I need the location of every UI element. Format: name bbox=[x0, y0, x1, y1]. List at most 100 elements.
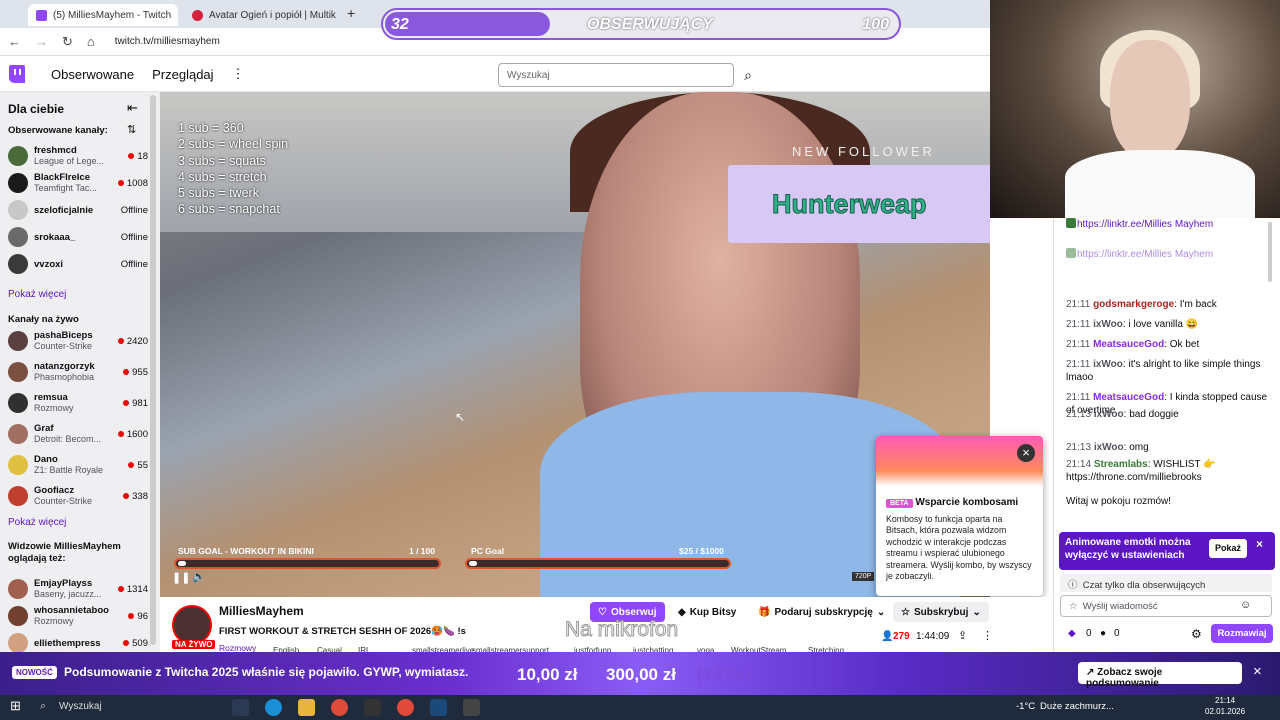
channel-name[interactable]: MilliesMayhem bbox=[219, 604, 304, 618]
task-view-icon[interactable] bbox=[232, 699, 249, 716]
viewer-count: 955 bbox=[123, 367, 148, 378]
sidebar-scrollbar[interactable] bbox=[150, 95, 156, 645]
search-icon[interactable]: ⌕ bbox=[736, 63, 760, 87]
obs-icon[interactable] bbox=[463, 699, 480, 716]
close-popup-icon[interactable]: × bbox=[1017, 444, 1035, 462]
view-recap-button[interactable]: ↗ Zobacz swoje podsumowanie bbox=[1078, 662, 1242, 689]
search-input[interactable]: Wyszukaj bbox=[498, 63, 734, 87]
subscribe-button[interactable]: ☆ Subskrybuj ⌄ bbox=[893, 602, 989, 622]
weather-text[interactable]: Duże zachmurz... bbox=[1040, 701, 1114, 712]
chat-text: i love vanilla 😀 bbox=[1128, 319, 1199, 330]
more-options-icon[interactable]: ⋮ bbox=[982, 629, 993, 642]
sidebar-channel[interactable]: Goofiacz Counter-Strike 338 bbox=[8, 483, 148, 509]
sidebar-channel[interactable]: freshmcd League of Lege... 18 bbox=[8, 143, 148, 169]
channel-name: vvzoxi bbox=[34, 258, 64, 270]
viewer-count-text: 1600 bbox=[126, 428, 148, 440]
emote-icon[interactable]: ☺ bbox=[1240, 599, 1251, 611]
steam-icon[interactable] bbox=[430, 699, 447, 716]
multikino-favicon-icon bbox=[192, 9, 203, 21]
url-field[interactable]: twitch.tv/milliesmayhem bbox=[115, 36, 220, 47]
clock-date[interactable]: 02.01.2026 bbox=[1205, 707, 1245, 716]
close-tab-icon[interactable]: × bbox=[177, 8, 178, 22]
points-count: 0 bbox=[1114, 628, 1120, 639]
clock-time[interactable]: 21:14 bbox=[1215, 696, 1235, 705]
viewer-count: 18 bbox=[128, 151, 148, 162]
app-icon[interactable] bbox=[364, 699, 381, 716]
avatar bbox=[8, 606, 28, 626]
recap-banner: NOWOŚĆ Podsumowanie z Twitcha 2025 właśn… bbox=[0, 652, 1280, 695]
edge-icon[interactable] bbox=[265, 699, 282, 716]
nav-browse[interactable]: Przeglądaj bbox=[152, 67, 213, 82]
video-player[interactable]: 1 sub = 360 2 subs = wheel spin 3 subs = s… bbox=[160, 92, 990, 597]
sidebar-channel[interactable]: whosannietaboo Rozmowy 96 bbox=[8, 603, 148, 629]
show-more-followed[interactable]: Pokaż więcej bbox=[8, 289, 66, 300]
chat-username[interactable]: Streamlabs bbox=[1094, 459, 1148, 470]
sidebar-channel[interactable]: remsua Rozmowy 981 bbox=[8, 390, 148, 416]
new-tab-button[interactable]: + bbox=[347, 5, 355, 21]
avatar bbox=[8, 173, 28, 193]
sidebar-channel[interactable]: Graf Detroit: Becom... 1600 bbox=[8, 421, 148, 447]
file-explorer-icon[interactable] bbox=[298, 699, 315, 716]
chrome-icon[interactable] bbox=[331, 699, 348, 716]
channel-game: Rozmowy bbox=[34, 403, 74, 413]
chat-username[interactable]: ixWoo bbox=[1094, 409, 1124, 420]
chat-scrollbar[interactable] bbox=[1268, 222, 1272, 282]
taskbar-search[interactable]: Wyszukaj bbox=[59, 701, 102, 712]
chat-username[interactable]: ixWoo bbox=[1094, 442, 1124, 453]
twitch-logo-icon[interactable] bbox=[9, 65, 25, 83]
reload-icon[interactable]: ↻ bbox=[62, 34, 73, 50]
chat-username[interactable]: MeatsauceGod bbox=[1093, 392, 1164, 403]
show-button[interactable]: Pokaż bbox=[1209, 539, 1248, 558]
pause-icon[interactable]: ❚❚ bbox=[172, 571, 190, 584]
nav-following[interactable]: Obserwowane bbox=[51, 67, 134, 82]
pc-goal-label: PC Goal bbox=[471, 546, 505, 556]
sidebar-channel[interactable]: Dano Z1: Battle Royale 55 bbox=[8, 452, 148, 478]
sidebar-channel[interactable]: vvzoxi Offline bbox=[8, 251, 148, 277]
show-more-live[interactable]: Pokaż więcej bbox=[8, 517, 66, 528]
share-icon[interactable]: ⇪ bbox=[958, 629, 967, 642]
chat-username[interactable]: ixWoo bbox=[1093, 359, 1123, 370]
channel-name: pashaBiceps bbox=[34, 330, 93, 341]
sidebar-channel[interactable]: elliethempress 509 bbox=[8, 630, 148, 652]
bits-icon[interactable]: ◆ bbox=[1068, 628, 1076, 639]
sidebar-channel[interactable]: pashaBiceps Counter-Strike 2420 bbox=[8, 328, 148, 354]
sort-icon[interactable]: ⇅ bbox=[127, 123, 136, 136]
channel-points-icon[interactable]: ● bbox=[1100, 628, 1106, 639]
back-icon[interactable]: ← bbox=[8, 34, 21, 49]
recap-text: Podsumowanie z Twitcha 2025 właśnie się … bbox=[64, 665, 469, 679]
buy-bits-button[interactable]: ◆ Kup Bitsy bbox=[670, 602, 744, 622]
sidebar-channel[interactable]: srokaaa_ Offline bbox=[8, 224, 148, 250]
tab-multikino[interactable]: Avatar Ogień i popiół | Multikin × bbox=[184, 4, 336, 26]
gift-sub-button[interactable]: 🎁 Podaruj subskrypcję ⌄ bbox=[750, 602, 893, 622]
tab-twitch[interactable]: (5) MilliesMayhem - Twitch × bbox=[28, 4, 178, 26]
sidebar-channel[interactable]: BlackFIreIce Teamfight Tac... 1008 bbox=[8, 170, 148, 196]
sub-rules-overlay: 1 sub = 360 2 subs = wheel spin 3 subs = s… bbox=[178, 121, 289, 217]
send-chat-button[interactable]: Rozmawiaj bbox=[1211, 624, 1273, 643]
chat-username[interactable]: godsmarkgeroge bbox=[1093, 299, 1174, 310]
more-menu-icon[interactable]: ⋮ bbox=[232, 66, 245, 82]
stream-title: FIRST WORKOUT & STRETCH SESHH OF 2026🥵🍆 … bbox=[219, 626, 466, 637]
chat-username[interactable]: MeatsauceGod bbox=[1093, 339, 1164, 350]
sidebar-channel[interactable]: szeloficjalnie Offline bbox=[8, 197, 148, 223]
windows-start-icon[interactable]: ⊞ bbox=[10, 698, 21, 714]
collapse-sidebar-icon[interactable]: ⇤ bbox=[127, 100, 138, 116]
taskbar-search-icon[interactable]: ⌕ bbox=[40, 700, 46, 713]
viewer-count: 55 bbox=[128, 460, 148, 471]
chrome-active-icon[interactable] bbox=[397, 699, 414, 716]
avatar bbox=[8, 146, 28, 166]
home-icon[interactable]: ⌂ bbox=[87, 34, 95, 49]
chat-settings-icon[interactable]: ⚙ bbox=[1191, 627, 1202, 641]
streamer-avatar[interactable] bbox=[172, 605, 212, 645]
mic-caption: Na mikrofon bbox=[564, 618, 679, 642]
close-banner-icon[interactable]: × bbox=[1253, 663, 1262, 680]
volume-icon[interactable]: 🔈 bbox=[192, 570, 206, 583]
viewers-icon: 👤 bbox=[881, 631, 894, 642]
sidebar-channel[interactable]: natanzgorzyk Phasmophobia 955 bbox=[8, 359, 148, 385]
chat-username[interactable]: ixWoo bbox=[1093, 319, 1123, 330]
quality-badge[interactable]: 720P bbox=[852, 572, 875, 581]
viewer-count: Offline bbox=[121, 205, 148, 216]
close-notice-icon[interactable]: × bbox=[1256, 538, 1263, 551]
sidebar: Dla ciebie ⇤ Obserwowane kanały: ⇅ fresh… bbox=[0, 92, 160, 652]
sidebar-channel[interactable]: EmjayPlayss Baseny, jacuzz... 1314 bbox=[8, 576, 148, 602]
forward-icon[interactable]: → bbox=[35, 34, 48, 49]
